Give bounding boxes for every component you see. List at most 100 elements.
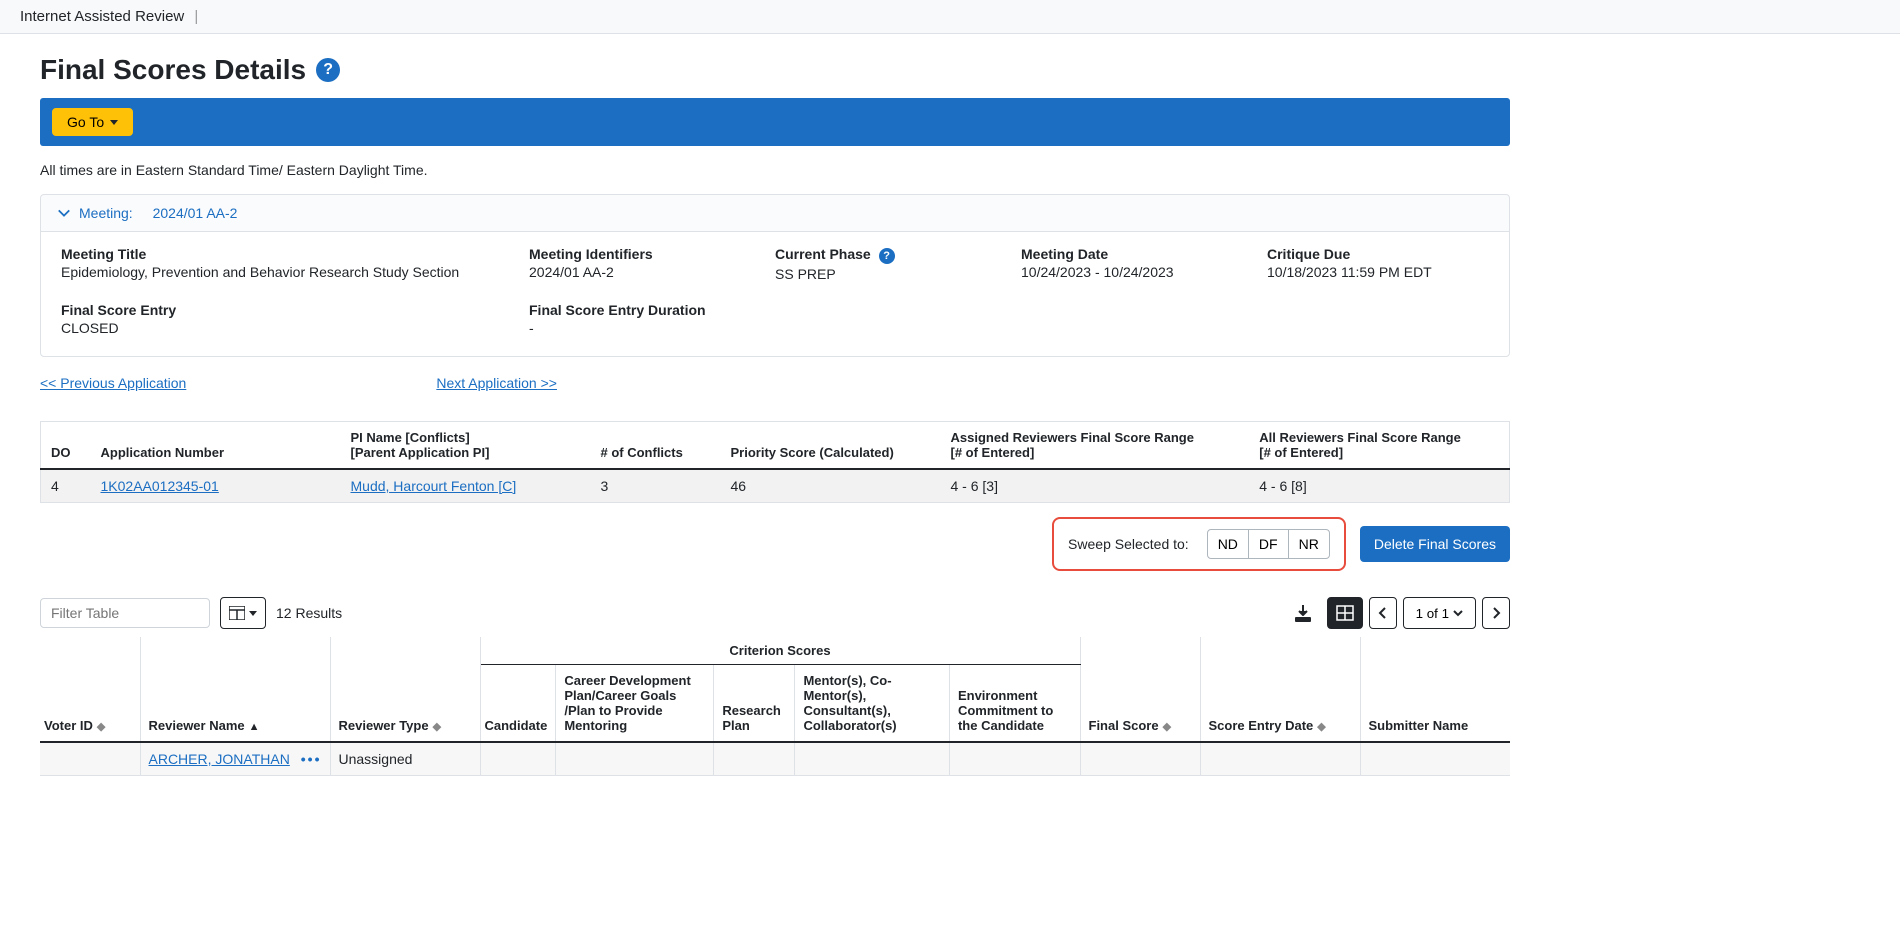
page-title: Final Scores Details ? [40, 54, 1510, 86]
meta-phase-value: SS PREP [775, 266, 997, 282]
col-voter-id[interactable]: Voter ID◆ [40, 637, 140, 742]
col-reviewer-type[interactable]: Reviewer Type◆ [330, 637, 480, 742]
cell-research [714, 742, 795, 776]
cell-mentors [795, 742, 950, 776]
table-row: ARCHER, JONATHAN ••• Unassigned [40, 742, 1510, 776]
col-app-num: Application Number [91, 422, 341, 470]
col-career: Career Development Plan/Career Goals /Pl… [556, 665, 714, 743]
download-button[interactable] [1285, 597, 1321, 629]
sort-icon: ◆ [1317, 721, 1325, 733]
col-final-score[interactable]: Final Score◆ [1080, 637, 1200, 742]
prev-application-link[interactable]: << Previous Application [40, 375, 186, 391]
col-candidate: Candidate [480, 665, 556, 743]
pager-label: 1 of 1 [1416, 606, 1449, 621]
help-icon[interactable]: ? [316, 58, 340, 82]
next-application-link[interactable]: Next Application >> [436, 375, 557, 391]
application-nav: << Previous Application Next Application… [40, 375, 1510, 391]
cell-candidate [480, 742, 556, 776]
timezone-note: All times are in Eastern Standard Time/ … [40, 162, 1510, 178]
meta-duration-label: Final Score Entry Duration [529, 302, 751, 318]
sort-icon: ◆ [433, 721, 441, 733]
meta-meeting-title-label: Meeting Title [61, 246, 505, 262]
col-assigned: Assigned Reviewers Final Score Range [# … [941, 422, 1250, 470]
meta-date-value: 10/24/2023 - 10/24/2023 [1021, 264, 1243, 280]
col-conflicts: # of Conflicts [591, 422, 721, 470]
col-reviewer-name[interactable]: Reviewer Name▲ [140, 637, 330, 742]
meta-identifiers-value: 2024/01 AA-2 [529, 264, 751, 280]
meta-entry-value: CLOSED [61, 320, 505, 336]
cell-entry-date [1200, 742, 1360, 776]
meta-critique-value: 10/18/2023 11:59 PM EDT [1267, 264, 1489, 280]
caret-down-icon [110, 120, 118, 125]
delete-final-scores-button[interactable]: Delete Final Scores [1360, 526, 1510, 562]
summary-table: DO Application Number PI Name [Conflicts… [40, 421, 1510, 503]
meta-identifiers-label: Meeting Identifiers [529, 246, 751, 262]
help-icon[interactable]: ? [879, 248, 895, 264]
pager-next-button[interactable] [1482, 597, 1510, 629]
col-do: DO [41, 422, 91, 470]
application-number-link[interactable]: 1K02AA012345-01 [101, 478, 219, 494]
col-priority: Priority Score (Calculated) [721, 422, 941, 470]
meta-meeting-title-value: Epidemiology, Prevention and Behavior Re… [61, 264, 505, 280]
col-environment: Environment Commitment to the Candidate [949, 665, 1080, 743]
app-title: Internet Assisted Review [20, 8, 184, 25]
sweep-nr-button[interactable]: NR [1288, 529, 1330, 559]
meeting-panel-body: Meeting Title Epidemiology, Prevention a… [41, 232, 1509, 356]
columns-icon [229, 606, 245, 620]
pager-prev-button[interactable] [1369, 597, 1397, 629]
cell-conflicts: 3 [591, 469, 721, 503]
goto-button[interactable]: Go To [52, 108, 133, 136]
meta-phase-label: Current Phase ? [775, 246, 997, 264]
cell-all: 4 - 6 [8] [1249, 469, 1509, 503]
meta-duration-value: - [529, 320, 751, 336]
chevron-right-icon [1491, 607, 1501, 619]
cell-do: 4 [41, 469, 91, 503]
meeting-prefix: Meeting: [79, 205, 133, 221]
cell-assigned: 4 - 6 [3] [941, 469, 1250, 503]
sweep-df-button[interactable]: DF [1249, 529, 1288, 559]
cell-final-score [1080, 742, 1200, 776]
top-bar: Internet Assisted Review | [0, 0, 1900, 34]
page-title-text: Final Scores Details [40, 54, 306, 86]
chevron-down-icon [57, 206, 71, 220]
sort-asc-icon: ▲ [249, 721, 260, 733]
meta-critique-label: Critique Due [1267, 246, 1489, 262]
sweep-label: Sweep Selected to: [1068, 536, 1189, 552]
col-all: All Reviewers Final Score Range [# of En… [1249, 422, 1509, 470]
chevron-left-icon [1378, 607, 1388, 619]
action-bar: Go To [40, 98, 1510, 146]
pager-select[interactable]: 1 of 1 [1403, 597, 1476, 629]
sort-icon: ◆ [97, 721, 105, 733]
scores-table: Voter ID◆ Reviewer Name▲ Reviewer Type◆ … [40, 637, 1510, 776]
columns-button[interactable] [220, 597, 266, 629]
cell-career [556, 742, 714, 776]
pi-name-link[interactable]: Mudd, Harcourt Fenton [C] [351, 478, 517, 494]
separator: | [194, 8, 198, 25]
meeting-panel: Meeting: 2024/01 AA-2 Meeting Title Epid… [40, 194, 1510, 357]
col-pi: PI Name [Conflicts] [Parent Application … [341, 422, 591, 470]
results-count: 12 Results [276, 605, 342, 621]
col-entry-date[interactable]: Score Entry Date◆ [1200, 637, 1360, 742]
col-submitter[interactable]: Submitter Name [1360, 637, 1510, 742]
download-icon [1293, 603, 1313, 623]
row-actions-button[interactable]: ••• [301, 751, 322, 767]
col-research: Research Plan [714, 665, 795, 743]
summary-row: 4 1K02AA012345-01 Mudd, Harcourt Fenton … [41, 469, 1510, 503]
meeting-panel-header[interactable]: Meeting: 2024/01 AA-2 [41, 195, 1509, 232]
col-mentors: Mentor(s), Co-Mentor(s), Consultant(s), … [795, 665, 950, 743]
scores-toolbar: 12 Results 1 of 1 [40, 597, 1510, 629]
cell-submitter [1360, 742, 1510, 776]
filter-input[interactable] [40, 598, 210, 628]
sweep-nd-button[interactable]: ND [1207, 529, 1249, 559]
goto-label: Go To [67, 114, 104, 130]
sweep-box: Sweep Selected to: ND DF NR [1052, 517, 1346, 571]
cell-environment [949, 742, 1080, 776]
col-group-criterion: Criterion Scores [480, 637, 1080, 665]
cell-priority: 46 [721, 469, 941, 503]
caret-down-icon [249, 611, 257, 616]
reviewer-name-link[interactable]: ARCHER, JONATHAN [149, 751, 290, 767]
grid-view-button[interactable] [1327, 597, 1363, 629]
grid-icon [1336, 605, 1354, 621]
meta-entry-label: Final Score Entry [61, 302, 505, 318]
meta-date-label: Meeting Date [1021, 246, 1243, 262]
